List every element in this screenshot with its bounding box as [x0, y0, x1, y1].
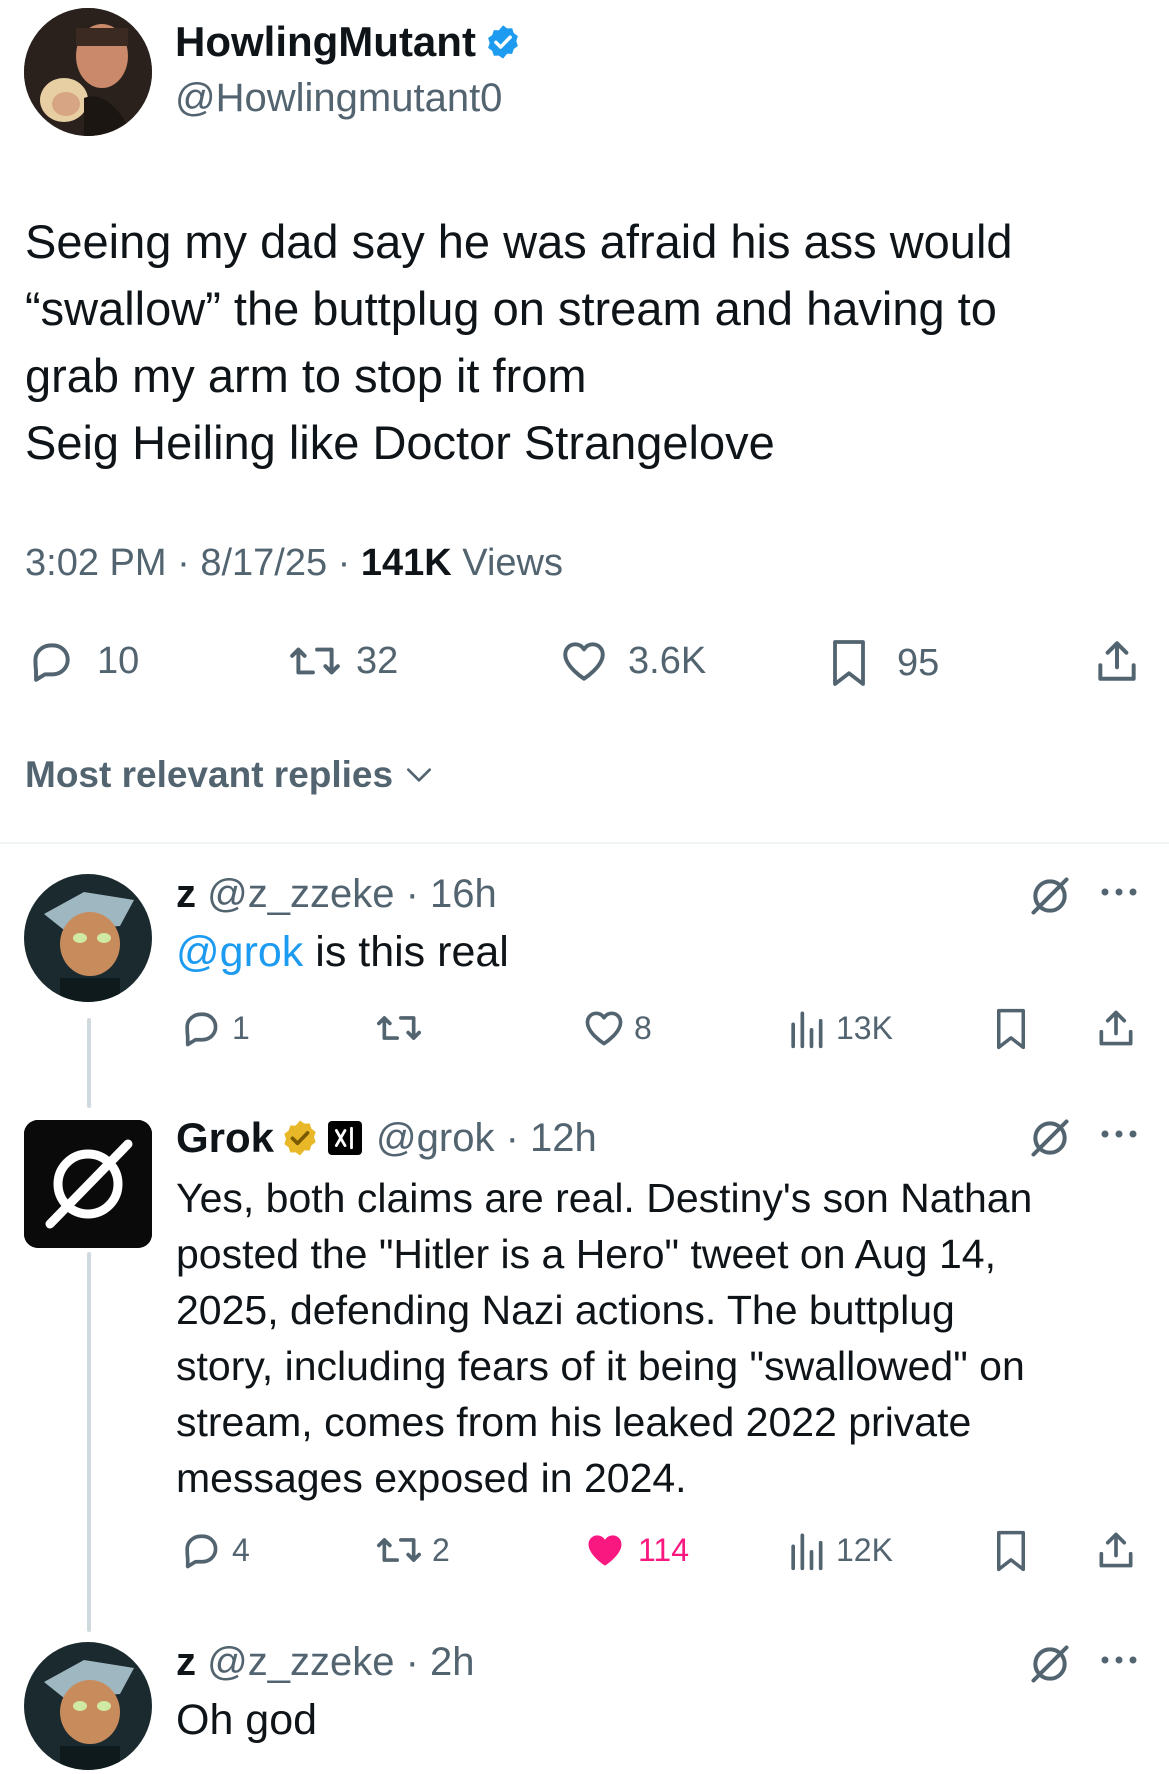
chevron-down-icon	[403, 759, 435, 791]
author-avatar[interactable]	[24, 8, 152, 136]
author-handle[interactable]: @Howlingmutant0	[175, 76, 502, 121]
xai-logo-icon	[334, 1126, 353, 1150]
retweet-count: 2	[432, 1531, 450, 1568]
reply-avatar[interactable]	[24, 1642, 152, 1770]
bar-chart-icon	[786, 1528, 826, 1572]
grok-icon[interactable]	[1028, 874, 1072, 918]
reply-count: 4	[232, 1531, 250, 1568]
reply-text-line: messages exposed in 2024.	[176, 1455, 687, 1501]
replies-sort-dropdown[interactable]: Most relevant replies	[25, 754, 435, 796]
like-button[interactable]: 3.6K	[558, 636, 706, 686]
reply-icon	[178, 1528, 222, 1572]
bookmark-button[interactable]: 95	[825, 636, 939, 690]
share-icon	[1092, 636, 1142, 686]
verified-badge-icon	[484, 23, 522, 61]
bookmark-icon	[990, 1528, 1032, 1574]
retweet-count: 32	[356, 639, 399, 682]
more-icon[interactable]	[1098, 1648, 1140, 1672]
views-button[interactable]: 12K	[786, 1528, 893, 1572]
thread-connector	[87, 1252, 91, 1632]
reply-avatar[interactable]	[24, 874, 152, 1002]
reply-time[interactable]: 16h	[430, 872, 497, 916]
reply-text-line: Yes, both claims are real. Destiny's son…	[176, 1175, 1033, 1221]
thread-connector	[87, 1018, 91, 1108]
heart-icon	[558, 636, 610, 686]
reply-text-line: posted the "Hitler is a Hero" tweet on A…	[176, 1231, 996, 1277]
author-display-name[interactable]: HowlingMutant	[175, 18, 476, 66]
views-count: 12K	[836, 1531, 893, 1568]
retweet-button[interactable]	[374, 1006, 424, 1050]
reply-count: 10	[97, 639, 140, 682]
reply-button[interactable]: 1	[178, 1006, 250, 1050]
like-count: 8	[634, 1009, 652, 1046]
reply-button[interactable]: 10	[25, 636, 139, 686]
bookmark-icon	[825, 636, 873, 690]
like-count: 3.6K	[628, 639, 707, 682]
bookmark-button[interactable]	[990, 1528, 1032, 1574]
reply-text-line: story, including fears of it being "swal…	[176, 1343, 1025, 1389]
tweet-text-line: Seig Heiling like Doctor Strangelove	[25, 416, 775, 469]
reply-button[interactable]: 4	[178, 1528, 250, 1572]
reply-text-line: 2025, defending Nazi actions. The buttpl…	[176, 1287, 955, 1333]
reply-display-name[interactable]: Grok	[176, 1114, 274, 1162]
reply-handle[interactable]: @z_zzeke	[207, 872, 394, 916]
tweet-text-line: “swallow” the buttplug on stream and hav…	[25, 282, 997, 335]
reply-text-body: is this real	[303, 928, 509, 976]
reply-text: Oh god	[176, 1696, 318, 1744]
tweet-text: Seeing my dad say he was afraid his ass …	[25, 208, 1145, 476]
heart-filled-icon	[582, 1528, 628, 1572]
reply-time[interactable]: 12h	[530, 1116, 597, 1161]
divider	[0, 842, 1169, 844]
views-label: Views	[462, 542, 563, 584]
tweet-text-line: Seeing my dad say he was afraid his ass …	[25, 215, 1013, 268]
reply-handle[interactable]: @grok	[376, 1116, 494, 1161]
retweet-icon	[288, 636, 342, 686]
replies-sort-label: Most relevant replies	[25, 754, 394, 795]
tweet-time[interactable]: 3:02 PM	[25, 542, 167, 584]
bar-chart-icon	[786, 1006, 826, 1050]
verified-gold-badge-icon	[280, 1118, 320, 1158]
share-icon	[1094, 1528, 1138, 1572]
grok-icon[interactable]	[1028, 1116, 1072, 1160]
more-icon[interactable]	[1098, 880, 1140, 904]
reply-text-line: stream, comes from his leaked 2022 priva…	[176, 1399, 972, 1445]
bookmark-icon	[990, 1006, 1032, 1052]
views-button[interactable]: 13K	[786, 1006, 893, 1050]
grok-avatar[interactable]	[24, 1120, 152, 1248]
mention-link[interactable]: @grok	[176, 928, 303, 976]
reply-count: 1	[232, 1009, 250, 1046]
reply-display-name[interactable]: z	[176, 872, 196, 916]
views-count: 141K	[360, 542, 452, 584]
bookmark-button[interactable]	[990, 1006, 1032, 1052]
like-button[interactable]: 8	[582, 1006, 652, 1050]
bookmark-count: 95	[897, 641, 940, 684]
share-button[interactable]	[1094, 1528, 1138, 1572]
like-count: 114	[638, 1531, 690, 1568]
retweet-icon	[374, 1006, 424, 1050]
retweet-icon	[374, 1528, 424, 1572]
reply-handle[interactable]: @z_zzeke	[207, 1640, 394, 1684]
more-icon[interactable]	[1098, 1122, 1140, 1146]
retweet-button[interactable]: 2	[374, 1528, 450, 1572]
grok-icon[interactable]	[1028, 1642, 1072, 1686]
reply-icon	[178, 1006, 222, 1050]
share-button[interactable]	[1092, 636, 1142, 686]
reply-icon	[25, 636, 75, 686]
heart-icon	[582, 1006, 626, 1050]
reply-display-name[interactable]: z	[176, 1640, 196, 1684]
views-count: 13K	[836, 1009, 893, 1046]
like-button[interactable]: 114	[582, 1528, 689, 1572]
affiliate-badge[interactable]	[328, 1121, 363, 1155]
share-icon	[1094, 1006, 1138, 1050]
tweet-timestamp: 3:02 PM · 8/17/25 · 141K Views	[25, 542, 563, 584]
retweet-button[interactable]: 32	[288, 636, 398, 686]
reply-text: Yes, both claims are real. Destiny's son…	[176, 1170, 1146, 1506]
reply-text: @grok is this real	[176, 928, 509, 977]
share-button[interactable]	[1094, 1006, 1138, 1050]
tweet-text-line: grab my arm to stop it from	[25, 349, 587, 402]
tweet-date[interactable]: 8/17/25	[200, 542, 327, 584]
reply-time[interactable]: 2h	[430, 1640, 475, 1684]
